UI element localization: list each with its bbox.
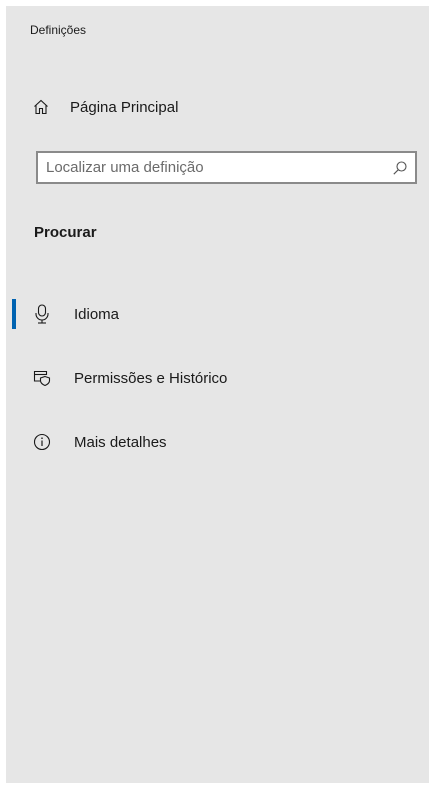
info-icon [32, 432, 52, 452]
nav-item-permissoes[interactable]: Permissões e Histórico [12, 360, 435, 396]
home-link-label: Página Principal [70, 98, 179, 116]
section-heading: Procurar [34, 224, 97, 241]
nav-item-label: Permissões e Histórico [74, 369, 228, 387]
app-title: Definições [30, 23, 87, 37]
home-link[interactable]: Página Principal [32, 92, 412, 122]
nav-list: Idioma Permissões e Histórico Mais detal… [12, 296, 435, 488]
nav-item-mais-detalhes[interactable]: Mais detalhes [12, 424, 435, 460]
shield-permissions-icon [32, 368, 52, 388]
microphone-icon [32, 304, 52, 324]
search-icon[interactable] [385, 153, 415, 182]
selected-indicator [12, 299, 16, 329]
nav-item-label: Mais detalhes [74, 433, 167, 451]
home-icon [32, 98, 50, 116]
settings-sidebar: Definições Página Principal Procurar [6, 6, 429, 783]
search-input[interactable] [38, 153, 385, 182]
nav-item-idioma[interactable]: Idioma [12, 296, 435, 332]
search-field[interactable] [36, 151, 417, 184]
nav-item-label: Idioma [74, 305, 120, 323]
